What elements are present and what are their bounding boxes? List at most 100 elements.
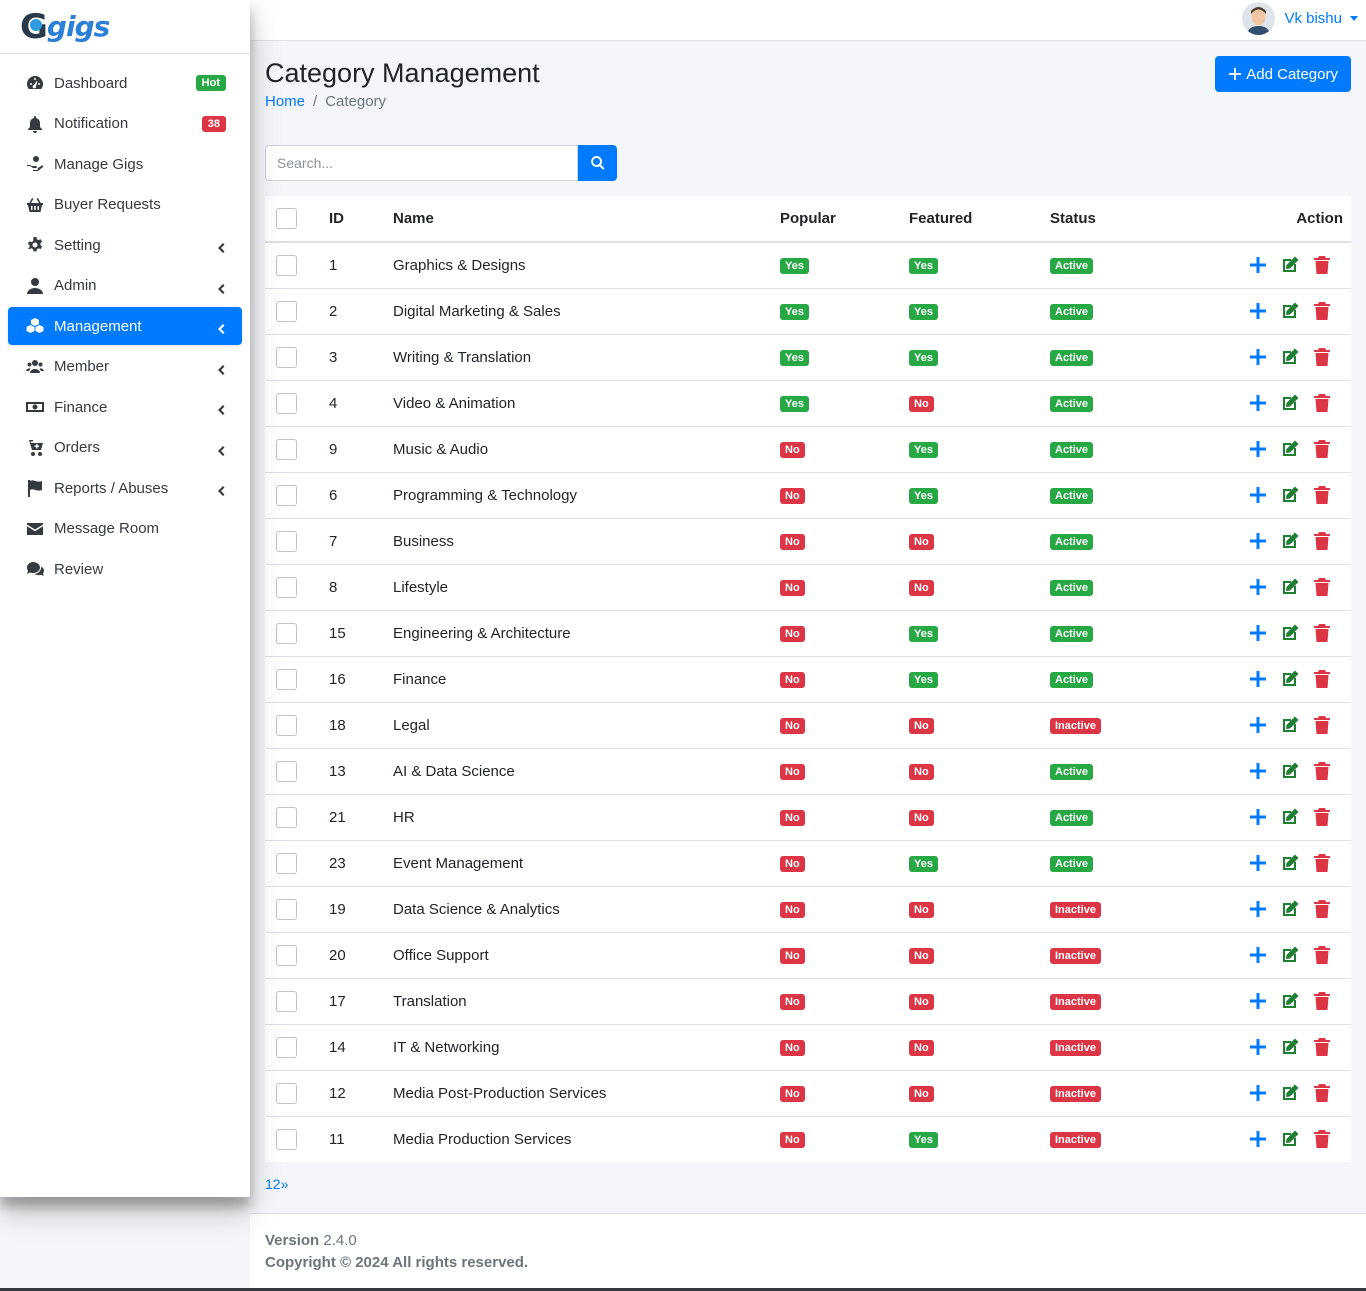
- delete-button[interactable]: [1311, 300, 1333, 322]
- add-subcategory-button[interactable]: [1247, 944, 1269, 966]
- delete-button[interactable]: [1311, 392, 1333, 414]
- add-subcategory-button[interactable]: [1247, 1128, 1269, 1150]
- select-all-checkbox[interactable]: [276, 208, 297, 229]
- brand[interactable]: Ggigs: [0, 0, 250, 54]
- row-checkbox[interactable]: [276, 852, 297, 874]
- row-checkbox[interactable]: [276, 760, 297, 782]
- search-button[interactable]: [578, 145, 617, 181]
- add-subcategory-button[interactable]: [1247, 530, 1269, 552]
- page-link-2[interactable]: 2: [273, 1176, 281, 1192]
- row-checkbox[interactable]: [276, 392, 297, 414]
- sidebar-item-buyer-requests[interactable]: Buyer Requests: [8, 186, 242, 224]
- sidebar-item-admin[interactable]: Admin: [8, 267, 242, 305]
- row-checkbox[interactable]: [276, 530, 297, 552]
- add-subcategory-button[interactable]: [1247, 1082, 1269, 1104]
- add-subcategory-button[interactable]: [1247, 852, 1269, 874]
- sidebar-item-message-room[interactable]: Message Room: [8, 510, 242, 548]
- add-category-button[interactable]: Add Category: [1215, 56, 1351, 92]
- sidebar-item-dashboard[interactable]: Dashboard Hot: [8, 64, 242, 102]
- edit-button[interactable]: [1279, 852, 1301, 874]
- sidebar-item-setting[interactable]: Setting: [8, 226, 242, 264]
- row-checkbox[interactable]: [276, 1082, 297, 1104]
- edit-button[interactable]: [1279, 576, 1301, 598]
- page-next[interactable]: »: [281, 1176, 289, 1192]
- delete-button[interactable]: [1311, 254, 1333, 276]
- sidebar-item-finance[interactable]: Finance: [8, 388, 242, 426]
- edit-button[interactable]: [1279, 254, 1301, 276]
- edit-button[interactable]: [1279, 438, 1301, 460]
- page-link-1[interactable]: 1: [265, 1176, 273, 1192]
- edit-button[interactable]: [1279, 484, 1301, 506]
- edit-button[interactable]: [1279, 1036, 1301, 1058]
- row-checkbox[interactable]: [276, 944, 297, 966]
- add-subcategory-button[interactable]: [1247, 806, 1269, 828]
- row-checkbox[interactable]: [276, 990, 297, 1012]
- add-subcategory-button[interactable]: [1247, 898, 1269, 920]
- sidebar-item-member[interactable]: Member: [8, 348, 242, 386]
- edit-button[interactable]: [1279, 944, 1301, 966]
- delete-button[interactable]: [1311, 346, 1333, 368]
- add-subcategory-button[interactable]: [1247, 668, 1269, 690]
- row-checkbox[interactable]: [276, 576, 297, 598]
- delete-button[interactable]: [1311, 438, 1333, 460]
- edit-button[interactable]: [1279, 714, 1301, 736]
- edit-button[interactable]: [1279, 622, 1301, 644]
- add-subcategory-button[interactable]: [1247, 576, 1269, 598]
- edit-button[interactable]: [1279, 806, 1301, 828]
- sidebar-item-orders[interactable]: Orders: [8, 429, 242, 467]
- row-checkbox[interactable]: [276, 254, 297, 276]
- add-subcategory-button[interactable]: [1247, 438, 1269, 460]
- delete-button[interactable]: [1311, 1082, 1333, 1104]
- delete-button[interactable]: [1311, 760, 1333, 782]
- row-checkbox[interactable]: [276, 1036, 297, 1058]
- edit-button[interactable]: [1279, 898, 1301, 920]
- brand-logo[interactable]: Ggigs: [20, 7, 110, 47]
- search-input[interactable]: [265, 145, 578, 181]
- row-checkbox[interactable]: [276, 898, 297, 920]
- row-checkbox[interactable]: [276, 668, 297, 690]
- delete-button[interactable]: [1311, 484, 1333, 506]
- sidebar-item-review[interactable]: Review: [8, 550, 242, 588]
- delete-button[interactable]: [1311, 990, 1333, 1012]
- sidebar-item-reports-abuses[interactable]: Reports / Abuses: [8, 469, 242, 507]
- delete-button[interactable]: [1311, 898, 1333, 920]
- delete-button[interactable]: [1311, 668, 1333, 690]
- delete-button[interactable]: [1311, 622, 1333, 644]
- edit-button[interactable]: [1279, 1082, 1301, 1104]
- edit-button[interactable]: [1279, 1128, 1301, 1150]
- sidebar-item-manage-gigs[interactable]: Manage Gigs: [8, 145, 242, 183]
- row-checkbox[interactable]: [276, 438, 297, 460]
- row-checkbox[interactable]: [276, 484, 297, 506]
- delete-button[interactable]: [1311, 1128, 1333, 1150]
- add-subcategory-button[interactable]: [1247, 484, 1269, 506]
- add-subcategory-button[interactable]: [1247, 254, 1269, 276]
- edit-button[interactable]: [1279, 668, 1301, 690]
- add-subcategory-button[interactable]: [1247, 392, 1269, 414]
- row-checkbox[interactable]: [276, 300, 297, 322]
- sidebar-item-notification[interactable]: Notification 38: [8, 105, 242, 143]
- edit-button[interactable]: [1279, 760, 1301, 782]
- sidebar-item-management[interactable]: Management: [8, 307, 242, 345]
- breadcrumb-home[interactable]: Home: [265, 93, 305, 110]
- edit-button[interactable]: [1279, 346, 1301, 368]
- edit-button[interactable]: [1279, 990, 1301, 1012]
- delete-button[interactable]: [1311, 530, 1333, 552]
- add-subcategory-button[interactable]: [1247, 300, 1269, 322]
- edit-button[interactable]: [1279, 300, 1301, 322]
- edit-button[interactable]: [1279, 392, 1301, 414]
- add-subcategory-button[interactable]: [1247, 622, 1269, 644]
- delete-button[interactable]: [1311, 806, 1333, 828]
- row-checkbox[interactable]: [276, 346, 297, 368]
- add-subcategory-button[interactable]: [1247, 346, 1269, 368]
- edit-button[interactable]: [1279, 530, 1301, 552]
- delete-button[interactable]: [1311, 576, 1333, 598]
- row-checkbox[interactable]: [276, 1128, 297, 1150]
- add-subcategory-button[interactable]: [1247, 714, 1269, 736]
- row-checkbox[interactable]: [276, 622, 297, 644]
- delete-button[interactable]: [1311, 852, 1333, 874]
- add-subcategory-button[interactable]: [1247, 990, 1269, 1012]
- row-checkbox[interactable]: [276, 806, 297, 828]
- delete-button[interactable]: [1311, 944, 1333, 966]
- row-checkbox[interactable]: [276, 714, 297, 736]
- delete-button[interactable]: [1311, 714, 1333, 736]
